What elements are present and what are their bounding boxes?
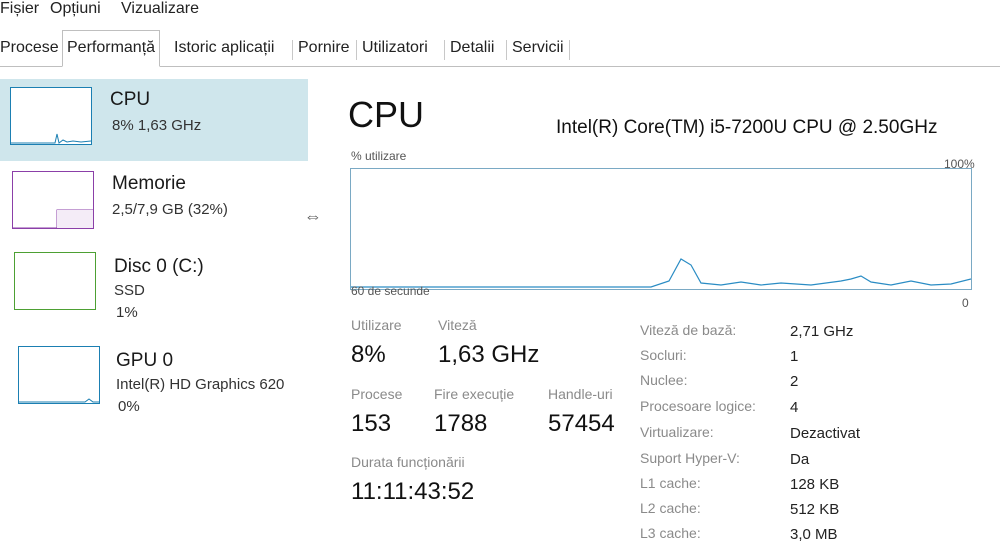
uptime-label: Durata funcționării [351, 454, 465, 470]
spec-label: L1 cache: [640, 475, 701, 491]
processes-label: Procese [351, 386, 403, 402]
tab-app-history[interactable]: Istoric aplicații [170, 32, 278, 64]
tab-divider [292, 40, 293, 60]
tab-details[interactable]: Detalii [446, 32, 498, 64]
tab-divider [356, 40, 357, 60]
threads-value: 1788 [434, 410, 488, 437]
disk-mini-graph [14, 252, 96, 310]
speed-label: Viteză [438, 317, 477, 333]
gpu-mini-graph [18, 346, 100, 404]
spec-label: L3 cache: [640, 525, 701, 541]
sidebar-item-title: Memorie [112, 173, 186, 194]
tab-divider [506, 40, 507, 60]
processes-value: 153 [351, 410, 392, 437]
sidebar-item-cpu[interactable]: CPU 8% 1,63 GHz [0, 79, 308, 161]
tab-divider [569, 40, 570, 60]
menu-options[interactable]: Opțiuni [50, 0, 101, 18]
sidebar-item-type: Intel(R) HD Graphics 620 [116, 376, 285, 393]
sidebar-item-gpu[interactable]: GPU 0 Intel(R) HD Graphics 620 0% [0, 342, 308, 424]
spec-label: L2 cache: [640, 500, 701, 516]
sidebar-item-type: SSD [114, 282, 145, 299]
tab-processes[interactable]: Procese [0, 32, 63, 64]
spec-value: 2 [790, 373, 799, 390]
sidebar-item-detail: 8% 1,63 GHz [112, 117, 202, 134]
utilization-value: 8% [351, 341, 386, 368]
cpu-utilization-graph [350, 168, 972, 290]
menu-view[interactable]: Vizualizare [121, 0, 199, 18]
sidebar-item-detail: 0% [118, 398, 140, 415]
cpu-mini-graph [10, 87, 92, 145]
spec-value: 2,71 GHz [790, 323, 854, 340]
resize-handle-icon[interactable]: ⇔ [304, 206, 322, 227]
tab-performance[interactable]: Performanță [62, 30, 161, 67]
spec-value: 128 KB [790, 476, 840, 493]
spec-label: Socluri: [640, 347, 687, 363]
tab-startup[interactable]: Pornire [294, 32, 354, 64]
cpu-model-name: Intel(R) Core(TM) i5-7200U CPU @ 2.50GHz [556, 117, 938, 138]
tab-bar: Procese Performanță Istoric aplicații Po… [0, 28, 1000, 67]
spec-label: Procesoare logice: [640, 398, 756, 414]
tab-users[interactable]: Utilizatori [358, 32, 432, 64]
spec-value: 512 KB [790, 501, 840, 518]
threads-label: Fire execuție [434, 386, 515, 402]
sidebar-item-title: GPU 0 [116, 350, 174, 371]
page-title: CPU [348, 94, 425, 135]
sidebar-item-detail: 1% [116, 304, 138, 321]
graph-y-min-label: 0 [962, 296, 969, 310]
speed-value: 1,63 GHz [438, 341, 540, 368]
sidebar-item-disk[interactable]: Disc 0 (C:) SSD 1% [0, 248, 308, 330]
sidebar-item-memory[interactable]: Memorie 2,5/7,9 GB (32%) [0, 165, 308, 247]
spec-label: Nuclee: [640, 372, 688, 388]
sidebar-item-title: CPU [110, 89, 151, 110]
spec-value: Dezactivat [790, 425, 861, 442]
spec-value: 1 [790, 348, 799, 365]
menu-bar: Fișier Opțiuni Vizualizare [0, 0, 1000, 20]
spec-label: Viteză de bază: [640, 322, 737, 338]
spec-label: Suport Hyper-V: [640, 450, 740, 466]
handles-value: 57454 [548, 410, 615, 437]
memory-mini-graph [12, 171, 94, 229]
spec-value: 3,0 MB [790, 526, 838, 543]
menu-file[interactable]: Fișier [0, 0, 39, 18]
tab-services[interactable]: Servicii [508, 32, 568, 64]
uptime-value: 11:11:43:52 [351, 478, 475, 505]
sidebar-item-title: Disc 0 (C:) [114, 256, 204, 277]
tab-divider [444, 40, 445, 60]
spec-value: Da [790, 451, 810, 468]
handles-label: Handle-uri [548, 386, 613, 402]
sidebar-item-detail: 2,5/7,9 GB (32%) [112, 201, 228, 218]
graph-x-label: 60 de secunde [351, 284, 430, 298]
utilization-label: Utilizare [351, 317, 402, 333]
graph-y-label: % utilizare [351, 149, 407, 163]
spec-value: 4 [790, 399, 799, 416]
spec-label: Virtualizare: [640, 424, 714, 440]
